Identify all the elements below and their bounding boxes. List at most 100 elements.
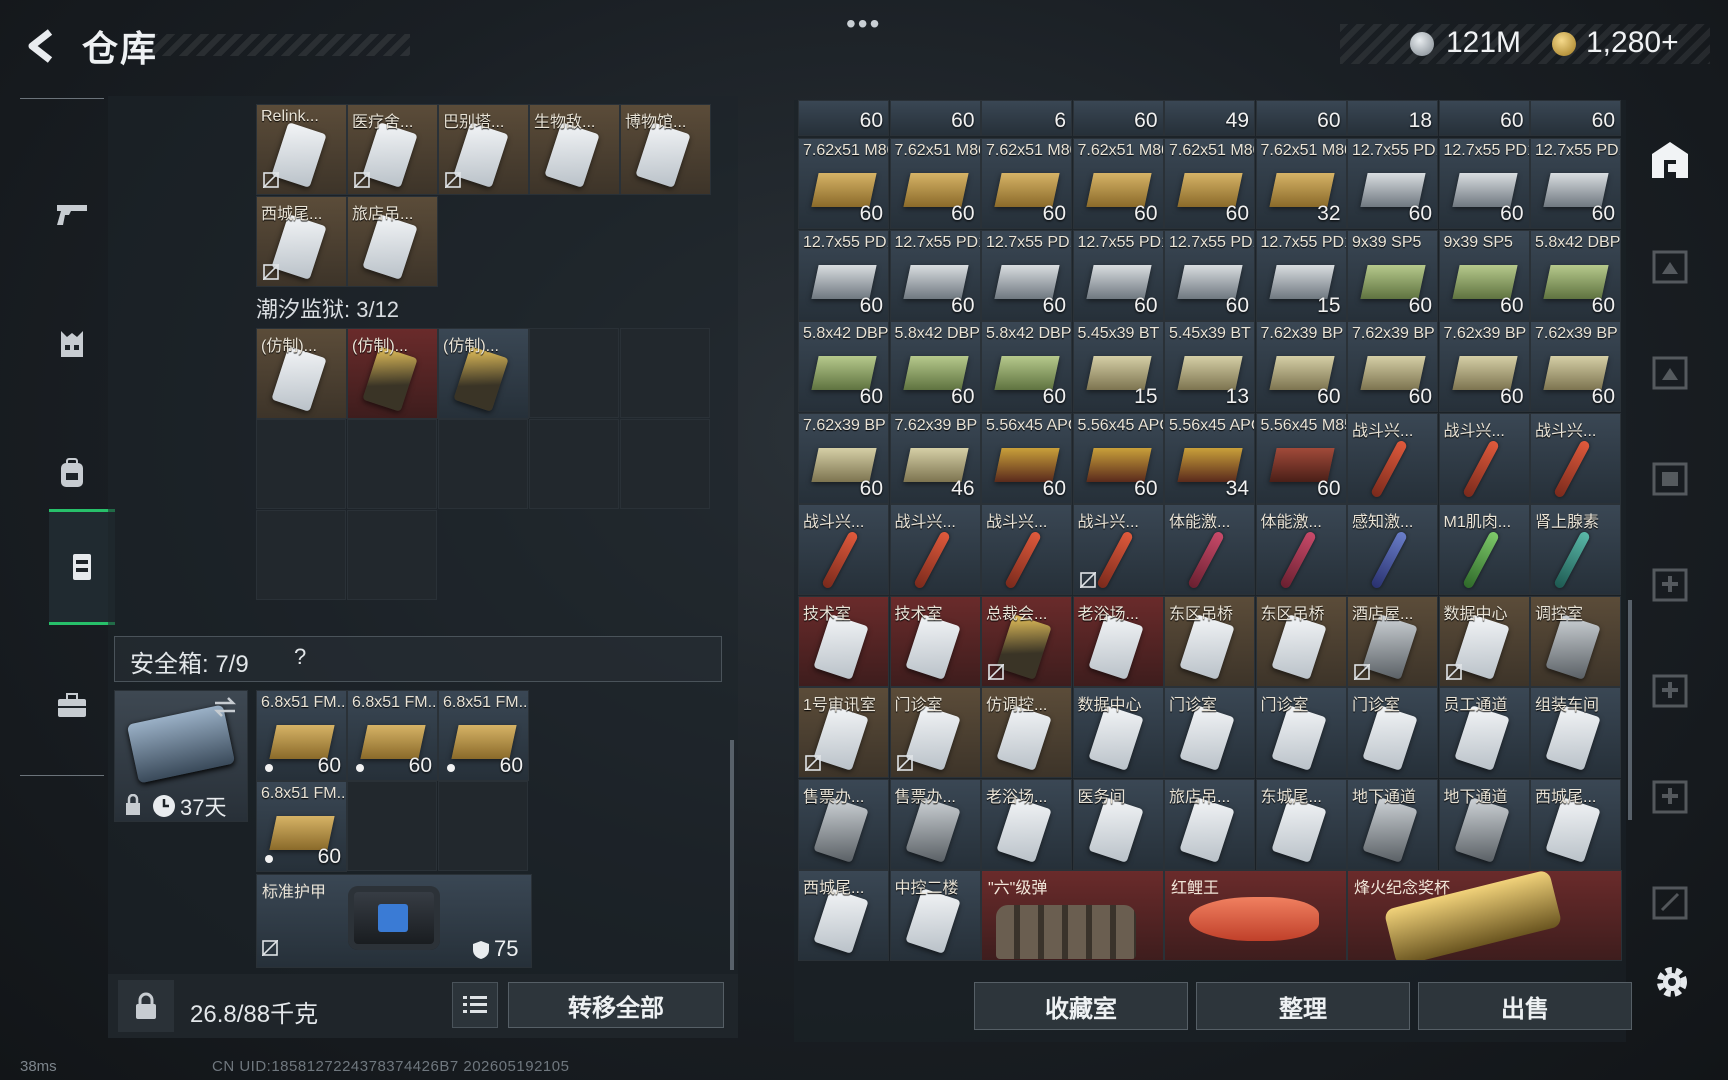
ammo-collectible-item[interactable]: "六"级弹: [981, 870, 1164, 961]
storage-tab-6-icon[interactable]: [1648, 668, 1692, 712]
partial-item[interactable]: 60: [1438, 100, 1530, 136]
keycard-item[interactable]: 医疗舍...: [347, 104, 438, 195]
keycard-item[interactable]: 组装车间: [1530, 687, 1621, 778]
ammo-item[interactable]: 12.7x55 PD12 60: [1164, 229, 1255, 321]
keycard-item[interactable]: 总裁会...: [981, 595, 1072, 687]
keycard-item[interactable]: (仿制)...: [347, 328, 438, 419]
injector-item[interactable]: 肾上腺素: [1530, 504, 1621, 595]
ammo-item[interactable]: 5.45x39 BT 15: [1072, 321, 1164, 412]
partial-item[interactable]: 60: [1530, 100, 1621, 136]
keycard-item[interactable]: 中控二楼: [889, 870, 981, 961]
keycard-item[interactable]: 技术室: [798, 595, 889, 687]
empty-slot[interactable]: [347, 781, 437, 871]
keycard-item[interactable]: 技术室: [889, 595, 981, 687]
ammo-item[interactable]: 5.8x42 DBP10 60: [889, 321, 981, 412]
keycard-item[interactable]: 旅店吊...: [347, 196, 438, 287]
keycard-item[interactable]: 东区吊桥: [1255, 595, 1347, 687]
ammo-item[interactable]: 7.62x39 BP 60: [1530, 321, 1621, 412]
empty-slot[interactable]: [529, 328, 619, 418]
ammo-item[interactable]: 12.7x55 PD12 60: [1530, 138, 1621, 229]
keycard-item[interactable]: 医务间: [1072, 778, 1164, 870]
ammo-item[interactable]: 9x39 SP5 60: [1347, 229, 1438, 321]
keycard-item[interactable]: 东区吊桥: [1164, 595, 1255, 687]
keycard-item[interactable]: 地下通道: [1438, 778, 1530, 870]
keycard-item[interactable]: 巴别塔...: [438, 104, 529, 195]
sort-button[interactable]: 整理: [1196, 982, 1410, 1030]
keycard-item[interactable]: 门诊室: [1347, 687, 1438, 778]
keycard-item[interactable]: 调控室: [1530, 595, 1621, 687]
transfer-all-button[interactable]: 转移全部: [508, 982, 724, 1028]
storage-tab-4-icon[interactable]: [1648, 456, 1692, 500]
ammo-item[interactable]: 6.8x51 FM... 60: [256, 781, 347, 872]
keycard-item[interactable]: 西城尾...: [256, 196, 347, 287]
injector-item[interactable]: 战斗兴...: [1438, 412, 1530, 504]
keycard-item[interactable]: 1号审讯室: [798, 687, 889, 778]
empty-slot[interactable]: [438, 781, 528, 871]
ammo-item[interactable]: 5.8x42 DBP10 60: [798, 321, 889, 412]
storage-tab-icon[interactable]: [1648, 138, 1692, 182]
keycard-item[interactable]: 老浴场...: [981, 778, 1072, 870]
sell-button[interactable]: 出售: [1418, 982, 1632, 1030]
partial-item[interactable]: 49: [1164, 100, 1255, 136]
left-scrollbar[interactable]: [730, 740, 734, 970]
ammo-item[interactable]: 7.62x51 M80 60: [1164, 138, 1255, 229]
injector-item[interactable]: 战斗兴...: [981, 504, 1072, 595]
injector-item[interactable]: 体能激...: [1255, 504, 1347, 595]
back-arrow-icon[interactable]: [22, 26, 62, 66]
right-scrollbar[interactable]: [1628, 600, 1632, 820]
ammo-item[interactable]: 7.62x39 BP 60: [1438, 321, 1530, 412]
injector-item[interactable]: 战斗兴...: [1072, 504, 1164, 595]
ammo-item[interactable]: 12.7x55 PD12 60: [1072, 229, 1164, 321]
empty-slot[interactable]: [256, 510, 346, 600]
ammo-item[interactable]: 12.7x55 PD12 60: [798, 229, 889, 321]
keycard-item[interactable]: 西城尾...: [1530, 778, 1621, 870]
nav-weapon[interactable]: [30, 159, 114, 269]
ammo-item[interactable]: 7.62x51 M80 32: [1255, 138, 1347, 229]
storage-tab-2-icon[interactable]: [1648, 244, 1692, 288]
partial-item[interactable]: 60: [1072, 100, 1164, 136]
keycard-item[interactable]: 门诊室: [889, 687, 981, 778]
partial-item[interactable]: 60: [889, 100, 981, 136]
ammo-item[interactable]: 7.62x51 M80 60: [889, 138, 981, 229]
storage-tab-3-icon[interactable]: [1648, 350, 1692, 394]
empty-slot[interactable]: [256, 419, 346, 509]
keycard-item[interactable]: 门诊室: [1164, 687, 1255, 778]
injector-item[interactable]: 战斗兴...: [798, 504, 889, 595]
ammo-item[interactable]: 6.8x51 FM... 60: [438, 690, 529, 781]
ammo-item[interactable]: 9x39 SP5 60: [1438, 229, 1530, 321]
ammo-item[interactable]: 12.7x55 PD12 60: [889, 229, 981, 321]
storage-tab-5-icon[interactable]: [1648, 562, 1692, 606]
partial-item[interactable]: 18: [1347, 100, 1438, 136]
injector-item[interactable]: M1肌肉...: [1438, 504, 1530, 595]
settings-gear-icon[interactable]: [1652, 962, 1692, 1002]
ammo-item[interactable]: 5.56x45 APC 60: [1072, 412, 1164, 504]
keycard-item[interactable]: 售票办...: [798, 778, 889, 870]
keycard-item[interactable]: 员工通道: [1438, 687, 1530, 778]
ammo-item[interactable]: 7.62x39 BP 60: [1347, 321, 1438, 412]
keycard-item[interactable]: 售票办...: [889, 778, 981, 870]
keycard-item[interactable]: 旅店吊...: [1164, 778, 1255, 870]
empty-slot[interactable]: [620, 328, 710, 418]
keycard-item[interactable]: 数据中心: [1438, 595, 1530, 687]
injector-item[interactable]: 战斗兴...: [889, 504, 981, 595]
lock-button[interactable]: [118, 980, 174, 1032]
help-icon[interactable]: ?: [294, 644, 306, 670]
ammo-item[interactable]: 7.62x39 BP 46: [889, 412, 981, 504]
trophy-item[interactable]: 烽火纪念奖杯: [1347, 870, 1622, 961]
ammo-item[interactable]: 5.56x45 APC 60: [981, 412, 1072, 504]
keycard-item[interactable]: 地下通道: [1347, 778, 1438, 870]
ammo-item[interactable]: 5.45x39 BT 13: [1164, 321, 1255, 412]
ammo-item[interactable]: 7.62x39 BP 60: [798, 412, 889, 504]
list-view-button[interactable]: [452, 982, 498, 1028]
injector-item[interactable]: 战斗兴...: [1347, 412, 1438, 504]
keycard-item[interactable]: 博物馆...: [620, 104, 711, 195]
partial-item[interactable]: 60: [798, 100, 889, 136]
ammo-item[interactable]: 7.62x51 M80 60: [798, 138, 889, 229]
collection-room-button[interactable]: 收藏室: [974, 982, 1188, 1030]
keycard-item[interactable]: 生物敌...: [529, 104, 620, 195]
empty-slot[interactable]: [347, 419, 437, 509]
keycard-item[interactable]: 老浴场...: [1072, 595, 1164, 687]
keycard-item[interactable]: 西城尾...: [798, 870, 889, 961]
empty-slot[interactable]: [347, 510, 437, 600]
keycard-item[interactable]: 仿调控...: [981, 687, 1072, 778]
